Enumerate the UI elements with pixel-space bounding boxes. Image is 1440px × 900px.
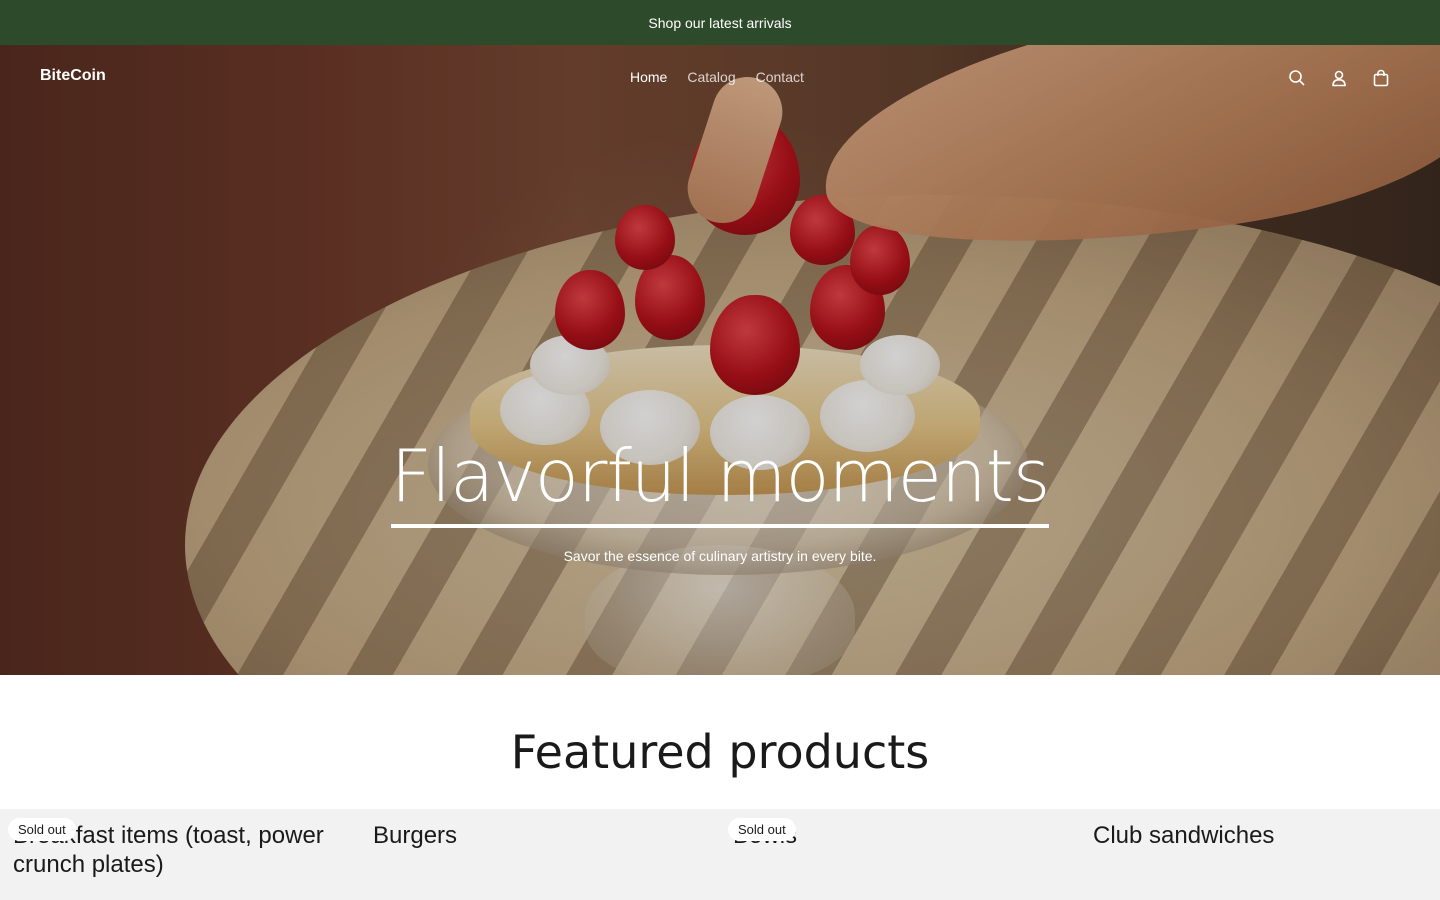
main-nav: Home Catalog Contact (630, 69, 804, 85)
hero-title: Flavorful moments (390, 440, 1050, 528)
product-card[interactable]: Breakfast items (toast, power crunch pla… (0, 809, 360, 900)
featured-products-title: Featured products (510, 725, 930, 779)
product-card[interactable]: Club sandwiches (1080, 809, 1440, 900)
product-name[interactable]: Club sandwiches (1093, 821, 1423, 850)
cart-icon[interactable] (1372, 65, 1390, 91)
sold-out-badge: Sold out (728, 818, 796, 841)
nav-catalog-link[interactable]: Catalog (687, 69, 735, 85)
site-logo[interactable]: BiteCoin (40, 67, 106, 85)
announcement-text[interactable]: Shop our latest arrivals (648, 15, 791, 31)
site-header: BiteCoin Home Catalog Contact (0, 45, 1440, 111)
product-card[interactable]: Bowls Sold out (720, 809, 1080, 900)
account-icon[interactable] (1330, 65, 1348, 91)
hero-overlay (0, 45, 1440, 675)
product-grid: Breakfast items (toast, power crunch pla… (0, 809, 1440, 900)
search-icon[interactable] (1288, 65, 1306, 91)
hero-subtitle: Savor the essence of culinary artistry i… (563, 548, 877, 564)
hero-content: Flavorful moments Savor the essence of c… (0, 440, 1440, 564)
nav-home-link[interactable]: Home (630, 69, 667, 85)
product-name[interactable]: Burgers (373, 821, 703, 850)
header-icons (1288, 65, 1390, 91)
nav-contact-link[interactable]: Contact (756, 69, 804, 85)
announcement-bar[interactable]: Shop our latest arrivals (0, 0, 1440, 45)
hero-banner (0, 45, 1440, 675)
product-card[interactable]: Burgers (360, 809, 720, 900)
sold-out-badge: Sold out (8, 818, 76, 841)
